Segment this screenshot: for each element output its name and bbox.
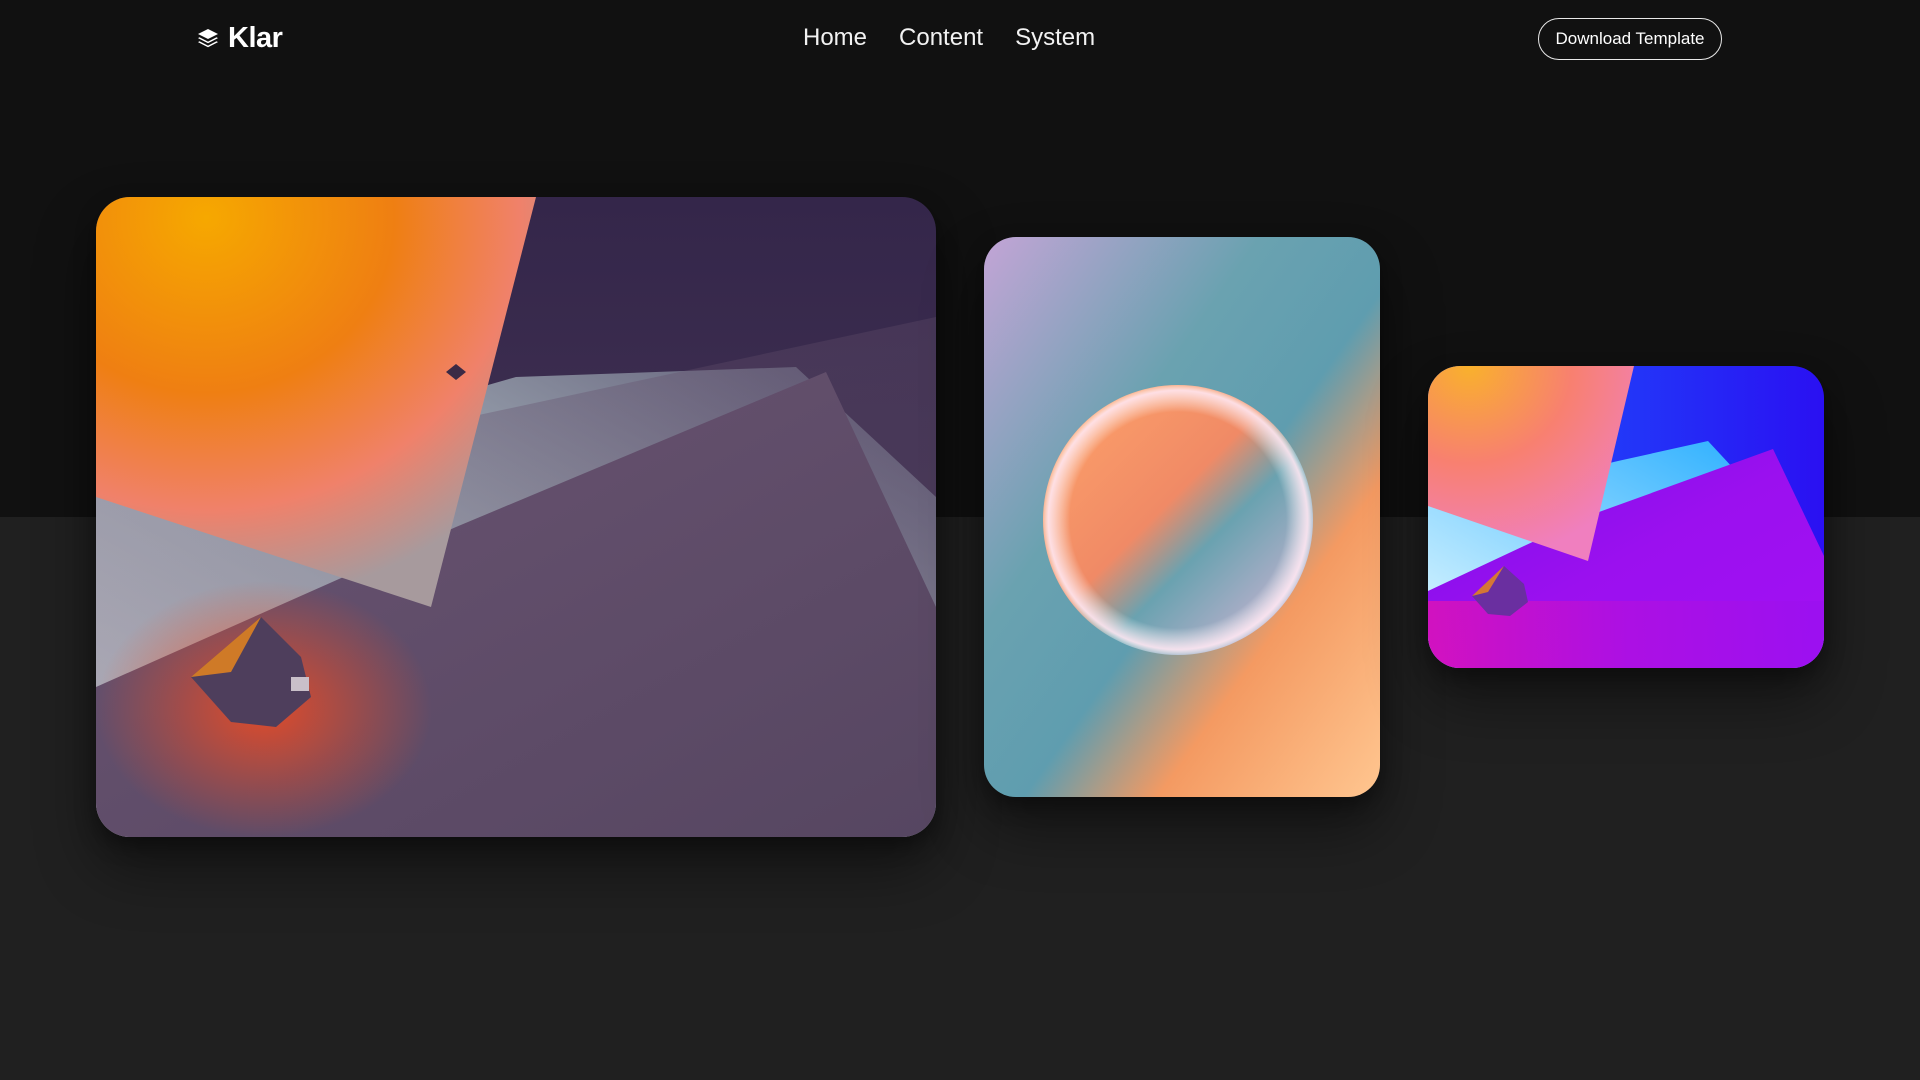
gallery-card-abstract-vivid[interactable] xyxy=(1428,366,1824,668)
gallery-card-abstract-large[interactable] xyxy=(96,197,936,837)
abstract-render-image xyxy=(96,197,936,837)
brand-logo[interactable]: Klar xyxy=(196,18,283,58)
main-nav: Home Content System xyxy=(803,20,1095,56)
layers-icon xyxy=(198,29,218,48)
nav-link-content[interactable]: Content xyxy=(899,24,983,52)
site-header: Klar Home Content System Download Templa… xyxy=(0,0,1920,80)
nav-link-home[interactable]: Home xyxy=(803,24,867,52)
glass-sphere-image xyxy=(984,237,1380,797)
download-template-button[interactable]: Download Template xyxy=(1538,18,1722,60)
brand-name: Klar xyxy=(228,21,283,54)
gallery-card-glass-sphere[interactable] xyxy=(984,237,1380,797)
abstract-render-vivid-image xyxy=(1428,366,1824,668)
nav-link-system[interactable]: System xyxy=(1015,24,1095,52)
